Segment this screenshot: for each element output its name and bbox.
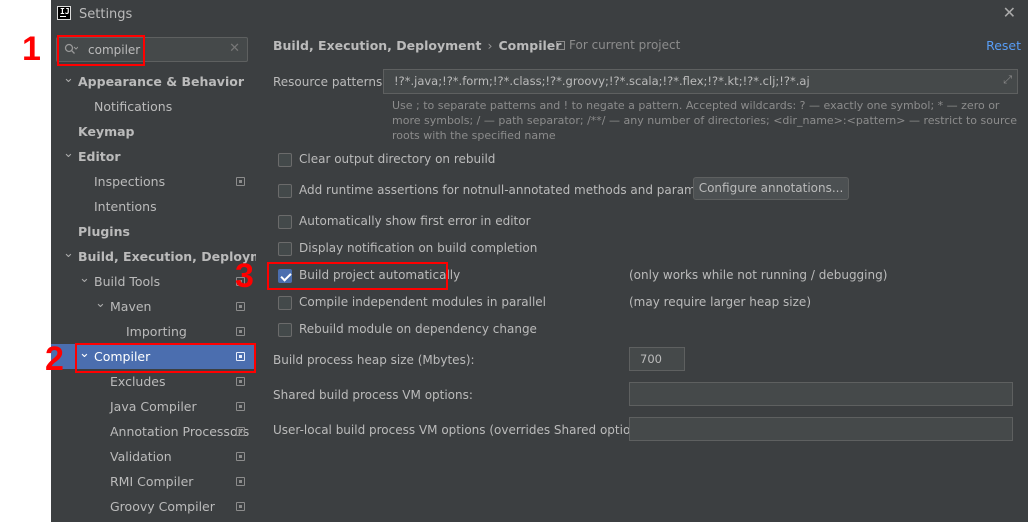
checkbox[interactable] [278, 323, 292, 337]
option-note: (only works while not running / debuggin… [629, 268, 888, 282]
project-scope-icon [236, 452, 245, 461]
settings-sidebar: compiler ✕ ⌄ Appearance & Behavior Notific… [51, 28, 286, 522]
breadcrumb: Build, Execution, Deployment › Compiler [273, 38, 561, 53]
intellij-app-icon: IJ [57, 6, 71, 20]
sidebar-item-groovy-compiler[interactable]: Groovy Compiler [51, 494, 256, 519]
sidebar-item-rmi-compiler[interactable]: RMI Compiler [51, 469, 256, 494]
project-scope-icon [236, 327, 245, 336]
shared-vm-options-label: Shared build process VM options: [273, 388, 473, 402]
sidebar-item-label: Plugins [78, 224, 130, 239]
close-icon[interactable]: ✕ [1003, 4, 1016, 22]
breadcrumb-item[interactable]: Build, Execution, Deployment [273, 38, 481, 53]
heap-size-label: Build process heap size (Mbytes): [273, 353, 475, 367]
resource-patterns-value: !?*.java;!?*.form;!?*.class;!?*.groovy;!… [394, 74, 810, 88]
sidebar-item-label: Annotation Processors [110, 424, 250, 439]
sidebar-item-label: Maven [110, 299, 152, 314]
sidebar-item-label: Importing [126, 324, 187, 339]
checkbox[interactable] [278, 153, 292, 167]
sidebar-item-label: Validation [110, 449, 172, 464]
sidebar-item-label: Groovy Compiler [110, 499, 215, 514]
checkbox-label[interactable]: Add runtime assertions for notnull-annot… [299, 183, 726, 197]
sidebar-item-intentions[interactable]: Intentions [51, 194, 256, 219]
chevron-down-icon[interactable]: ⌄ [63, 141, 74, 166]
project-scope-icon [236, 302, 245, 311]
chevron-down-icon[interactable]: ⌄ [79, 266, 90, 291]
checkbox-label[interactable]: Display notification on build completion [299, 241, 537, 255]
clear-search-icon[interactable]: ✕ [229, 41, 240, 56]
project-scope-icon [556, 41, 565, 50]
chevron-down-icon[interactable]: ⌄ [63, 66, 74, 91]
annotation-box-search [57, 35, 145, 66]
checkbox[interactable] [278, 242, 292, 256]
breadcrumb-separator: › [487, 38, 493, 53]
configure-annotations-button[interactable]: Configure annotations... [693, 177, 849, 200]
sidebar-item-label: Notifications [94, 99, 173, 114]
resource-patterns-hint: Use ; to separate patterns and ! to nega… [392, 99, 1018, 142]
sidebar-item-label: Inspections [94, 174, 166, 189]
shared-vm-options-input[interactable] [629, 382, 1013, 406]
checkbox-label[interactable]: Clear output directory on rebuild [299, 152, 495, 166]
project-scope-icon [236, 377, 245, 386]
window-title: Settings [79, 7, 133, 22]
checkbox-label[interactable]: Automatically show first error in editor [299, 214, 531, 228]
project-scope-icon [236, 177, 245, 186]
sidebar-item-keymap[interactable]: Keymap [51, 119, 256, 144]
checkbox-label[interactable]: Rebuild module on dependency change [299, 322, 537, 336]
project-scope-icon [236, 502, 245, 511]
heap-size-value: 700 [640, 352, 662, 366]
checkbox[interactable] [278, 296, 292, 310]
sidebar-item-java-compiler[interactable]: Java Compiler [51, 394, 256, 419]
sidebar-item-plugins[interactable]: Plugins [51, 219, 256, 244]
chevron-down-icon[interactable]: ⌄ [95, 291, 106, 316]
scope-text: For current project [569, 38, 681, 52]
sidebar-item-label: RMI Compiler [110, 474, 194, 489]
option-note: (may require larger heap size) [629, 295, 811, 309]
project-scope-icon [236, 402, 245, 411]
project-scope-icon [236, 427, 245, 436]
annotation-number-1: 1 [22, 30, 41, 68]
chevron-down-icon[interactable]: ⌄ [63, 241, 74, 266]
sidebar-item-label: Editor [78, 149, 121, 164]
sidebar-item-appearance-behavior[interactable]: ⌄ Appearance & Behavior [51, 69, 256, 94]
sidebar-item-label: Appearance & Behavior [78, 74, 244, 89]
checkbox[interactable] [278, 184, 292, 198]
resource-patterns-input[interactable]: !?*.java;!?*.form;!?*.class;!?*.groovy;!… [383, 69, 1018, 94]
sidebar-item-maven[interactable]: ⌄ Maven [51, 294, 256, 319]
heap-size-input[interactable]: 700 [629, 347, 685, 371]
annotation-number-3: 3 [235, 257, 254, 295]
breadcrumb-item: Compiler [498, 38, 562, 53]
annotation-box-compiler [75, 343, 256, 373]
annotation-box-build-automatically [267, 262, 448, 290]
annotation-number-2: 2 [45, 340, 64, 378]
scope-label: For current project [556, 38, 680, 52]
user-local-vm-options-label: User-local build process VM options (ove… [273, 423, 653, 437]
project-scope-icon [236, 477, 245, 486]
checkbox[interactable] [278, 215, 292, 229]
expand-icon[interactable]: ⤢ [1003, 73, 1012, 87]
settings-window: IJ Settings ✕ compiler ✕ ⌄ Appearance & B… [51, 0, 1028, 522]
sidebar-item-annotation-processors[interactable]: Annotation Processors [51, 419, 256, 444]
reset-link[interactable]: Reset [986, 38, 1021, 53]
sidebar-item-inspections[interactable]: Inspections [51, 169, 256, 194]
user-local-vm-options-input[interactable] [629, 417, 1013, 441]
sidebar-item-label: Java Compiler [110, 399, 197, 414]
sidebar-item-build-tools[interactable]: ⌄ Build Tools [51, 269, 256, 294]
resource-patterns-label: Resource patterns: [273, 75, 387, 89]
sidebar-item-editor[interactable]: ⌄ Editor [51, 144, 256, 169]
title-bar: IJ Settings ✕ [51, 0, 1028, 28]
checkbox-label[interactable]: Compile independent modules in parallel [299, 295, 546, 309]
sidebar-item-validation[interactable]: Validation [51, 444, 256, 469]
sidebar-item-label: Keymap [78, 124, 135, 139]
sidebar-item-notifications[interactable]: Notifications [51, 94, 256, 119]
sidebar-item-label: Intentions [94, 199, 157, 214]
